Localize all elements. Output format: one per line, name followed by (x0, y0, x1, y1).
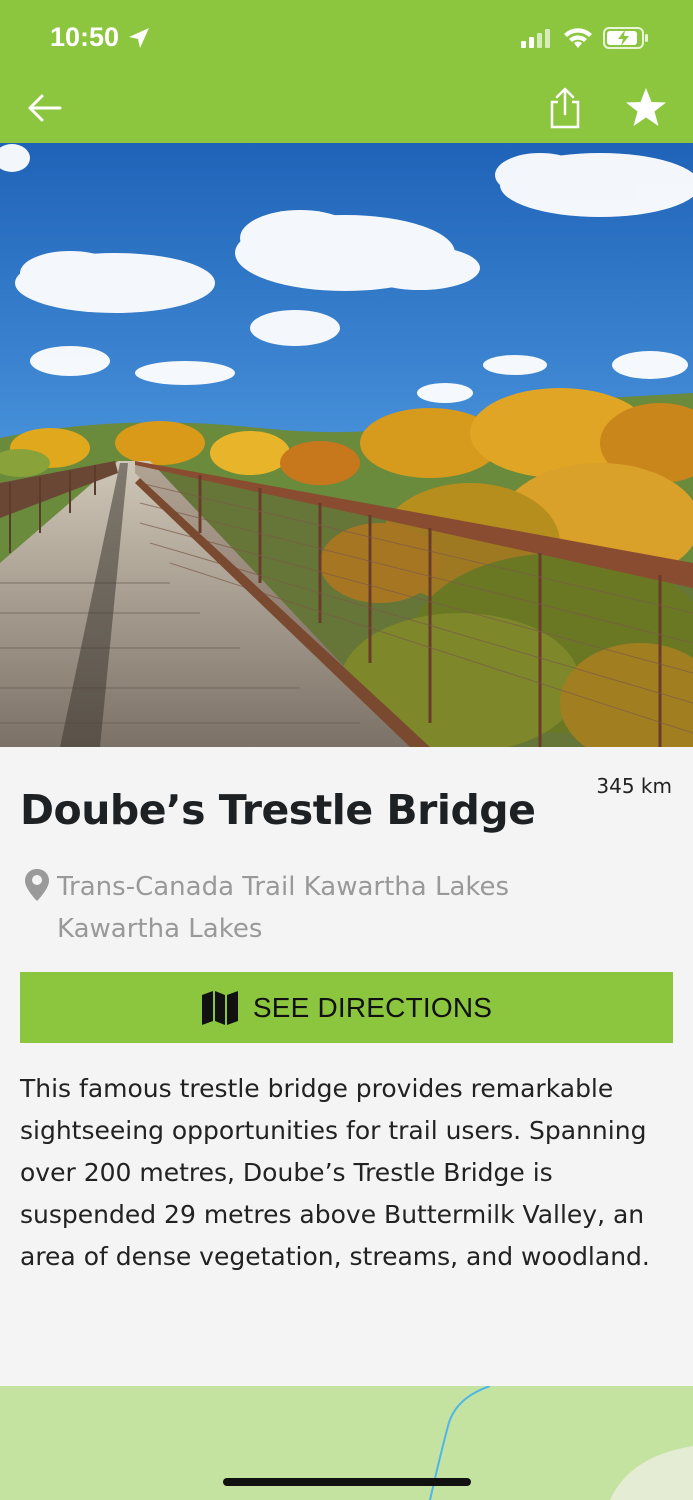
see-directions-button[interactable]: SEE DIRECTIONS (20, 972, 673, 1043)
hero-image (0, 143, 693, 747)
share-icon[interactable] (548, 86, 582, 130)
home-indicator (223, 1478, 471, 1486)
wifi-icon (564, 28, 592, 48)
app-header: 10:50 (0, 0, 693, 143)
location-pin-icon (25, 869, 49, 901)
location-region: Kawartha Lakes (57, 914, 263, 944)
star-icon[interactable] (624, 86, 668, 130)
map-icon (201, 990, 238, 1025)
location-trail: Trans-Canada Trail Kawartha Lakes (57, 872, 510, 902)
page-title: Doube’s Trestle Bridge (20, 786, 536, 834)
distance-label: 345 km (596, 774, 672, 798)
location-arrow-icon (129, 27, 150, 48)
battery-icon (603, 27, 648, 49)
status-time: 10:50 (50, 22, 151, 53)
status-time-text: 10:50 (50, 22, 120, 52)
back-arrow-icon[interactable] (24, 88, 64, 128)
signal-icon (521, 29, 550, 48)
see-directions-label: SEE DIRECTIONS (252, 991, 493, 1023)
status-indicators (521, 26, 649, 50)
description-text: This famous trestle bridge provides rema… (20, 1074, 650, 1271)
